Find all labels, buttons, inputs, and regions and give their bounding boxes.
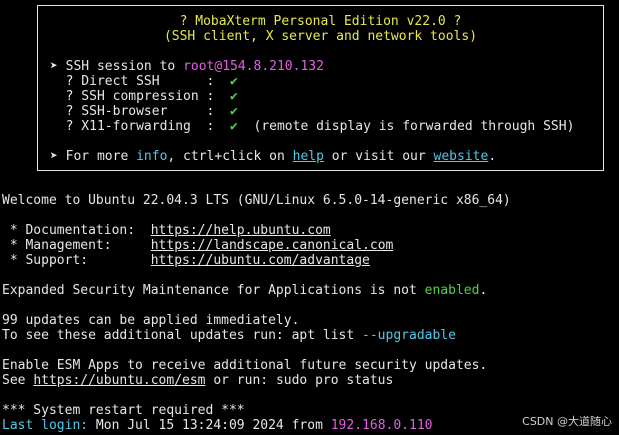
esm-link[interactable]: https://ubuntu.com/esm: [33, 373, 205, 388]
check-icon: ✔: [230, 104, 238, 119]
feature-direct-ssh: ? Direct SSH : ✔: [50, 74, 238, 89]
more-or: or visit our: [323, 149, 434, 164]
session-host: root@154.8.210.132: [183, 59, 324, 74]
csdn-watermark: CSDN @大道随心: [522, 415, 612, 428]
info-link[interactable]: info: [136, 149, 167, 164]
feature-note: (remote display is forwarded through SSH…: [237, 119, 575, 134]
management-line: * Management: https://landscape.canonica…: [2, 238, 394, 253]
support-label: * Support:: [2, 253, 151, 268]
feature-ssh-compression: ? SSH compression : ✔: [50, 89, 238, 104]
esm-apps-line: Enable ESM Apps to receive additional fu…: [2, 358, 488, 373]
updates-line: 99 updates can be applied immediately.: [2, 313, 300, 328]
feature-ssh-browser: ? SSH-browser : ✔: [50, 104, 238, 119]
check-icon: ✔: [230, 89, 238, 104]
esm-status: enabled: [424, 283, 480, 298]
support-line: * Support: https://ubuntu.com/advantage: [2, 253, 370, 268]
updates-hint-line: To see these additional updates run: apt…: [2, 328, 456, 343]
last-login-label: Last login:: [2, 418, 89, 433]
session-prefix: ➤ SSH session to: [50, 59, 184, 74]
welcome-line: Welcome to Ubuntu 22.04.3 LTS (GNU/Linux…: [2, 193, 511, 208]
restart-required-line: *** System restart required ***: [2, 403, 245, 418]
feature-label: ? Direct SSH :: [50, 74, 231, 89]
last-login-line: Last login: Mon Jul 15 13:24:09 2024 fro…: [2, 418, 432, 433]
feature-label: ? X11-forwarding :: [50, 119, 231, 134]
esm-line: Expanded Security Maintenance for Applic…: [2, 283, 487, 298]
esm-prefix: Expanded Security Maintenance for Applic…: [2, 283, 425, 298]
documentation-link[interactable]: https://help.ubuntu.com: [151, 223, 331, 238]
feature-label: ? SSH compression :: [50, 89, 231, 104]
more-info-line: ➤ For more info, ctrl+click on help or v…: [50, 149, 496, 164]
feature-x11-forwarding: ? X11-forwarding : ✔ (remote display is …: [50, 119, 575, 134]
updates-hint-prefix: To see these additional updates run: apt…: [2, 328, 363, 343]
banner-subtitle: (SSH client, X server and network tools): [163, 29, 478, 44]
help-link[interactable]: help: [293, 149, 324, 164]
check-icon: ✔: [230, 74, 238, 89]
mobaxterm-banner: ? MobaXterm Personal Edition v22.0 ? (SS…: [37, 5, 604, 171]
doc-label: * Documentation:: [2, 223, 151, 238]
esm-apps-prefix: See: [2, 373, 34, 388]
upgradable-flag: --upgradable: [362, 328, 456, 343]
management-link[interactable]: https://landscape.canonical.com: [151, 238, 394, 253]
feature-label: ? SSH-browser :: [50, 104, 231, 119]
more-prefix: ➤ For more: [50, 149, 137, 164]
esm-apps-suffix: or run: sudo pro status: [205, 373, 394, 388]
website-link[interactable]: website: [434, 149, 489, 164]
ssh-session-line: ➤ SSH session to root@154.8.210.132: [50, 59, 324, 74]
last-login-ip: 192.168.0.110: [330, 418, 433, 433]
last-login-text: Mon Jul 15 13:24:09 2024 from: [88, 418, 331, 433]
mgmt-label: * Management:: [2, 238, 151, 253]
support-link[interactable]: https://ubuntu.com/advantage: [151, 253, 370, 268]
more-mid: , ctrl+click on: [167, 149, 293, 164]
documentation-line: * Documentation: https://help.ubuntu.com: [2, 223, 331, 238]
check-icon: ✔: [230, 119, 238, 134]
more-end: .: [488, 149, 497, 164]
esm-apps-hint-line: See https://ubuntu.com/esm or run: sudo …: [2, 373, 393, 388]
banner-title: ? MobaXterm Personal Edition v22.0 ?: [179, 14, 462, 29]
esm-end: .: [479, 283, 488, 298]
